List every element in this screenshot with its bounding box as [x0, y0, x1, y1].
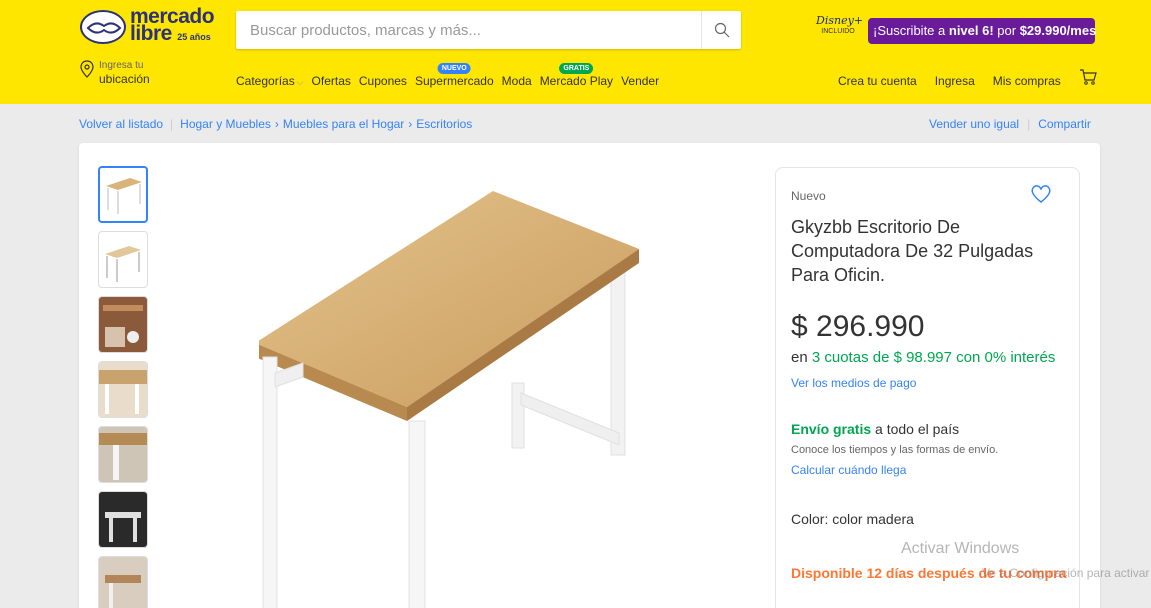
color-value: color madera: [832, 511, 914, 527]
share-link[interactable]: Compartir: [1038, 117, 1091, 131]
disney-sub: INCLUIDO: [821, 28, 855, 35]
color-selector: Color: color madera: [791, 511, 914, 527]
installments: en 3 cuotas de $ 98.997 con 0% interés: [791, 349, 1055, 366]
subscription-banner[interactable]: ¡Suscribite a nivel 6! por $29.990/mes: [868, 18, 1097, 44]
promo-mid: por: [993, 23, 1020, 38]
free-shipping-label: Envío gratis: [791, 421, 872, 437]
location-selector[interactable]: Ingresa tu ubicación: [80, 58, 200, 92]
shipping-rest: a todo el país: [871, 421, 960, 437]
calculate-arrival-link[interactable]: Calcular cuándo llega: [791, 463, 906, 477]
logo-line2: libre: [130, 22, 172, 45]
cart-icon: [1080, 69, 1097, 85]
promo-level: nivel 6!: [948, 23, 994, 38]
location-pin-icon: [80, 60, 94, 78]
nav-mercado-play[interactable]: GRATIS Mercado Play: [539, 63, 614, 92]
thumbnail[interactable]: [98, 166, 148, 223]
handshake-icon: [80, 10, 126, 44]
breadcrumb-item[interactable]: Hogar y Muebles: [180, 117, 271, 131]
shipping-details: Conoce los tiempos y las formas de envío…: [791, 444, 999, 456]
account-nav: Crea tu cuenta Ingresa Mis compras: [838, 74, 1079, 88]
thumbnail[interactable]: [98, 426, 148, 483]
promo-price: $29.990/mes: [1019, 23, 1097, 38]
thumbnail[interactable]: [98, 556, 148, 608]
windows-activation-watermark: Activar Windows: [901, 540, 1020, 557]
thumbnail[interactable]: [98, 296, 148, 353]
login-link[interactable]: Ingresa: [935, 74, 975, 88]
thumbnail[interactable]: [98, 231, 148, 288]
search-bar: [236, 11, 741, 49]
divider: |: [1027, 117, 1031, 131]
main-nav: Categorías ⌵ Ofertas Cupones NUEVO Superme…: [236, 63, 667, 92]
chevron-down-icon: ⌵: [296, 77, 304, 87]
nav-mercado-play-label: Mercado Play: [539, 74, 614, 88]
page-actions: Vender uno igual | Compartir: [929, 117, 1091, 131]
breadcrumb: Volver al listado | Hogar y Muebles › Mueble…: [79, 117, 472, 131]
breadcrumb-item[interactable]: Muebles para el Hogar: [283, 117, 404, 131]
mercado-libre-logo[interactable]: mercado libre 25 años: [80, 6, 225, 50]
nav-moda[interactable]: Moda: [502, 74, 532, 92]
nav-cupones[interactable]: Cupones: [359, 74, 407, 92]
location-line1: Ingresa tu: [99, 60, 144, 71]
thumbnail[interactable]: [98, 361, 148, 418]
shipping-info: Envío gratis a todo el país: [791, 421, 959, 437]
back-to-list-link[interactable]: Volver al listado: [79, 117, 163, 131]
location-line2: ubicación: [99, 72, 150, 86]
nav-supermercado-label: Supermercado: [414, 74, 494, 88]
nav-categorias-label: Categorías: [236, 74, 295, 88]
gratis-badge: GRATIS: [559, 63, 594, 74]
header: mercado libre 25 años Disney+ INCLUIDO ¡…: [0, 0, 1151, 104]
search-input[interactable]: [236, 11, 701, 49]
condition-label: Nuevo: [791, 189, 826, 203]
disney-logo-text: Disney+: [816, 14, 864, 27]
logo-years: 25 años: [177, 32, 211, 42]
product-card: Nuevo Gkyzbb Escritorio De Computadora D…: [79, 143, 1100, 608]
chevron-right-icon: ›: [274, 117, 279, 131]
nav-vender[interactable]: Vender: [621, 74, 659, 92]
color-label: Color:: [791, 511, 833, 527]
disney-plus-logo[interactable]: Disney+ INCLUIDO: [816, 14, 864, 46]
nav-supermercado[interactable]: NUEVO Supermercado: [414, 63, 494, 92]
nuevo-badge: NUEVO: [437, 63, 471, 74]
search-icon: [714, 22, 729, 38]
favorite-heart-icon[interactable]: [1030, 184, 1052, 204]
windows-activation-subtext: Ve a Configuración para activar Windows.: [982, 566, 1151, 580]
thumbnail[interactable]: [98, 491, 148, 548]
product-price: $ 296.990: [791, 310, 925, 343]
thumbnail-gallery: [98, 166, 148, 608]
product-main-image[interactable]: [255, 183, 679, 608]
chevron-right-icon: ›: [408, 117, 413, 131]
nav-categorias[interactable]: Categorías ⌵: [236, 74, 304, 92]
divider: |: [170, 117, 174, 131]
search-button[interactable]: [701, 11, 741, 49]
promo-pre: ¡Suscribite a: [873, 23, 949, 38]
nav-ofertas[interactable]: Ofertas: [312, 74, 351, 92]
my-purchases-link[interactable]: Mis compras: [993, 74, 1061, 88]
product-title: Gkyzbb Escritorio De Computadora De 32 P…: [791, 217, 1034, 285]
installments-value: 3 cuotas de $ 98.997 con 0% interés: [811, 349, 1056, 366]
create-account-link[interactable]: Crea tu cuenta: [838, 74, 917, 88]
cart-button[interactable]: [1079, 68, 1097, 91]
sell-similar-link[interactable]: Vender uno igual: [929, 117, 1019, 131]
breadcrumb-item[interactable]: Escritorios: [416, 117, 472, 131]
payment-methods-link[interactable]: Ver los medios de pago: [791, 376, 916, 390]
installments-prefix: en: [791, 349, 812, 366]
